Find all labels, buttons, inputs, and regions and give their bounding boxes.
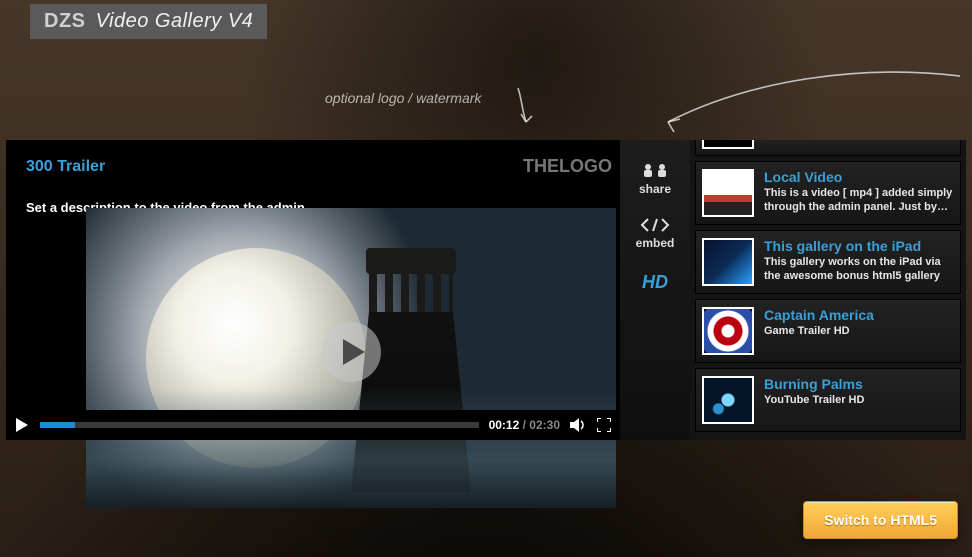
thumbnail (702, 376, 754, 424)
time-current: 00:12 (489, 418, 520, 432)
volume-icon (570, 418, 586, 432)
video-frame (86, 208, 616, 508)
fullscreen-icon (597, 418, 611, 432)
thumbnail (702, 307, 754, 355)
play-icon (16, 418, 28, 432)
player-column: 300 Trailer Set a description to the vid… (6, 140, 690, 440)
list-item[interactable] (695, 140, 961, 156)
item-title: Burning Palms (764, 376, 954, 392)
logo-watermark: THELOGO (521, 156, 614, 177)
thumbnail (702, 238, 754, 286)
list-item[interactable]: Burning Palms YouTube Trailer HD (695, 368, 961, 432)
switch-to-html5-button[interactable]: Switch to HTML5 (803, 501, 958, 539)
share-button[interactable]: share (639, 162, 671, 196)
time-display: 00:12 / 02:30 (489, 418, 560, 432)
share-icon (642, 162, 668, 178)
video-title: 300 Trailer (26, 158, 105, 176)
embed-button[interactable]: embed (636, 218, 675, 250)
action-rail: share embed HD (620, 140, 690, 440)
item-title: Local Video (764, 169, 954, 185)
play-pause-button[interactable] (14, 417, 30, 433)
annotation-arrows (500, 70, 970, 140)
list-item[interactable]: Local Video This is a video [ mp4 ] adde… (695, 161, 961, 225)
share-label: share (639, 182, 671, 196)
brand-text: DZS (44, 10, 86, 32)
video-viewport[interactable] (86, 178, 616, 538)
seek-bar[interactable] (40, 422, 479, 428)
video-gallery: 300 Trailer Set a description to the vid… (6, 140, 966, 440)
hd-toggle[interactable]: HD (642, 272, 668, 293)
watermark-annotation: optional logo / watermark (325, 90, 481, 106)
volume-button[interactable] (570, 417, 586, 433)
item-desc: This is a video [ mp4 ] added simply thr… (764, 187, 954, 215)
seek-fill (40, 422, 75, 428)
app-title-tab: DZS Video Gallery V4 (30, 4, 267, 39)
time-sep: / (519, 418, 529, 432)
fullscreen-button[interactable] (596, 417, 612, 433)
item-desc: This gallery works on the iPad via the a… (764, 256, 954, 284)
video-art-mist (86, 388, 616, 508)
item-desc: Game Trailer HD (764, 325, 954, 339)
playlist[interactable]: Local Video This is a video [ mp4 ] adde… (690, 140, 966, 440)
list-item[interactable]: Captain America Game Trailer HD (695, 299, 961, 363)
control-bar: 00:12 / 02:30 (6, 410, 620, 440)
play-button[interactable] (321, 322, 381, 382)
item-desc: YouTube Trailer HD (764, 394, 954, 408)
time-duration: 02:30 (529, 418, 560, 432)
thumbnail (702, 140, 754, 149)
embed-icon (640, 218, 670, 232)
play-icon (343, 339, 365, 365)
list-item[interactable]: This gallery on the iPad This gallery wo… (695, 230, 961, 294)
thumbnail (702, 169, 754, 217)
embed-label: embed (636, 236, 675, 250)
item-title: This gallery on the iPad (764, 238, 954, 254)
product-name: Video Gallery V4 (96, 10, 254, 32)
item-title: Captain America (764, 307, 954, 323)
